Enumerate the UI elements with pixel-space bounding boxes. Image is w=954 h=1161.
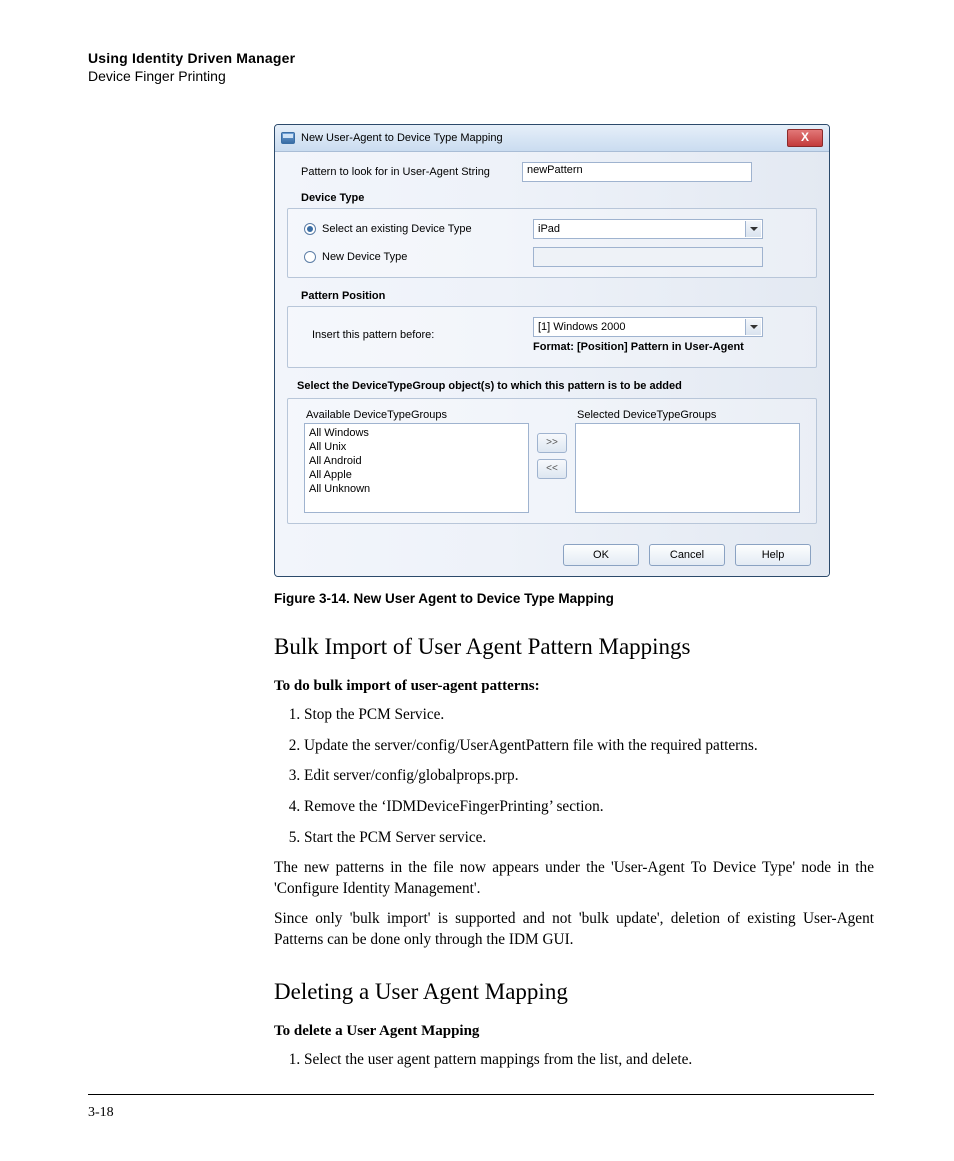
list-item: Start the PCM Server service. — [304, 828, 874, 849]
pattern-label: Pattern to look for in User-Agent String — [287, 166, 522, 178]
radio-new[interactable] — [304, 251, 316, 263]
close-button[interactable]: X — [787, 129, 823, 147]
list-item: Update the server/config/UserAgentPatter… — [304, 736, 874, 757]
existing-device-value: iPad — [538, 223, 560, 235]
footer-rule — [88, 1094, 874, 1095]
move-right-button[interactable]: >> — [537, 433, 567, 453]
section-heading-bulk-import: Bulk Import of User Agent Pattern Mappin… — [274, 634, 874, 660]
insert-before-value: [1] Windows 2000 — [538, 321, 625, 333]
figure-caption: Figure 3-14. New User Agent to Device Ty… — [274, 591, 874, 606]
pattern-position-group: Insert this pattern before: [1] Windows … — [287, 306, 817, 368]
chevron-down-icon — [745, 319, 761, 335]
list-item[interactable]: All Unix — [309, 440, 524, 454]
list-item[interactable]: All Unknown — [309, 482, 524, 496]
list-item[interactable]: All Android — [309, 454, 524, 468]
move-left-button[interactable]: << — [537, 459, 567, 479]
selected-groups-list[interactable] — [575, 423, 800, 513]
list-item: Edit server/config/globalprops.prp. — [304, 766, 874, 787]
list-item[interactable]: All Apple — [309, 468, 524, 482]
body-paragraph: The new patterns in the file now appears… — [274, 858, 874, 899]
device-type-group-selector: Available DeviceTypeGroups All Windows A… — [287, 398, 817, 524]
existing-device-select[interactable]: iPad — [533, 219, 763, 239]
radio-existing-label: Select an existing Device Type — [322, 223, 472, 235]
help-button[interactable]: Help — [735, 544, 811, 566]
list-item: Stop the PCM Service. — [304, 705, 874, 726]
running-header-subtitle: Device Finger Printing — [88, 68, 874, 84]
selected-groups-label: Selected DeviceTypeGroups — [575, 409, 800, 423]
insert-before-select[interactable]: [1] Windows 2000 — [533, 317, 763, 337]
running-header-title: Using Identity Driven Manager — [88, 50, 874, 66]
delete-intro: To delete a User Agent Mapping — [274, 1023, 874, 1040]
available-groups-list[interactable]: All Windows All Unix All Android All App… — [304, 423, 529, 513]
delete-steps: Select the user agent pattern mappings f… — [274, 1050, 874, 1071]
ok-button[interactable]: OK — [563, 544, 639, 566]
bulk-import-intro: To do bulk import of user-agent patterns… — [274, 678, 874, 695]
insert-before-label: Insert this pattern before: — [298, 329, 533, 341]
window-icon — [281, 132, 295, 144]
dialog-window: New User-Agent to Device Type Mapping X … — [274, 124, 830, 577]
radio-new-label: New Device Type — [322, 251, 407, 263]
chevron-down-icon — [745, 221, 761, 237]
device-type-section-label: Device Type — [287, 190, 817, 208]
page-number: 3-18 — [88, 1105, 874, 1121]
new-device-input[interactable] — [533, 247, 763, 267]
bulk-import-steps: Stop the PCM Service. Update the server/… — [274, 705, 874, 848]
list-item: Select the user agent pattern mappings f… — [304, 1050, 874, 1071]
dialog-title: New User-Agent to Device Type Mapping — [301, 132, 503, 144]
body-paragraph: Since only 'bulk import' is supported an… — [274, 909, 874, 950]
list-item[interactable]: All Windows — [309, 426, 524, 440]
pattern-position-section-label: Pattern Position — [287, 288, 817, 306]
section-heading-delete: Deleting a User Agent Mapping — [274, 979, 874, 1005]
radio-existing[interactable] — [304, 223, 316, 235]
format-note: Format: [Position] Pattern in User-Agent — [533, 341, 806, 353]
cancel-button[interactable]: Cancel — [649, 544, 725, 566]
dialog-titlebar: New User-Agent to Device Type Mapping X — [275, 125, 829, 152]
available-groups-label: Available DeviceTypeGroups — [304, 409, 529, 423]
device-type-group: Select an existing Device Type iPad — [287, 208, 817, 278]
pattern-input[interactable]: newPattern — [522, 162, 752, 182]
group-select-instruction: Select the DeviceTypeGroup object(s) to … — [287, 378, 817, 398]
list-item: Remove the ‘IDMDeviceFingerPrinting’ sec… — [304, 797, 874, 818]
